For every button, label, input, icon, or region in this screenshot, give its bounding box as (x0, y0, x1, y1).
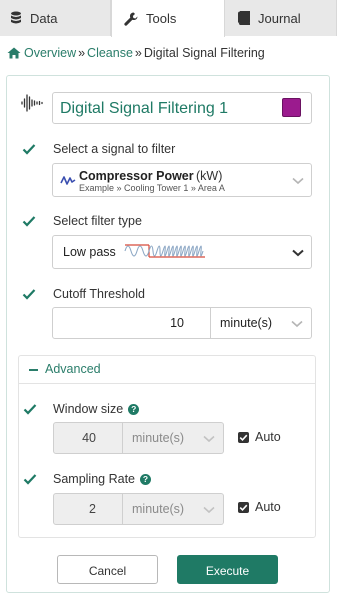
filter-type-value: Low pass (63, 245, 116, 259)
breadcrumb-current: Digital Signal Filtering (143, 46, 265, 60)
tab-tools-label: Tools (146, 11, 177, 26)
help-icon[interactable]: ? (140, 474, 151, 485)
color-picker-swatch[interactable] (282, 98, 301, 117)
sampling-rate-auto-checkbox[interactable] (238, 502, 249, 513)
cancel-button[interactable]: Cancel (57, 555, 158, 584)
cutoff-unit-select[interactable]: minute(s) (211, 307, 312, 339)
signal-path: Example » Cooling Tower 1 » Area A (79, 183, 225, 193)
window-size-label-row: Window size? (53, 402, 140, 416)
chevron-down-icon (203, 435, 215, 443)
book-icon (238, 11, 250, 25)
advanced-title: Advanced (45, 362, 101, 376)
window-size-label: Window size (53, 402, 124, 416)
check-icon (22, 216, 36, 227)
cutoff-unit-value: minute(s) (220, 316, 273, 330)
signal-unit: (kW) (196, 169, 223, 183)
execute-button[interactable]: Execute (177, 555, 278, 584)
sampling-rate-label: Sampling Rate (53, 472, 135, 486)
sampling-rate-unit-value: minute(s) (132, 502, 185, 516)
sampling-rate-auto-label: Auto (255, 500, 281, 514)
minus-icon (29, 369, 38, 371)
sampling-rate-unit-select[interactable]: minute(s) (123, 493, 224, 525)
low-pass-waveform-icon (124, 244, 205, 258)
filter-type-label: Select filter type (53, 214, 142, 228)
breadcrumb-separator: » (134, 46, 142, 60)
tool-panel: Digital Signal Filtering 1 Select a sign… (6, 75, 330, 593)
help-icon[interactable]: ? (128, 404, 140, 415)
advanced-section: Advanced Window size? 40 minute(s) Auto … (18, 355, 316, 538)
advanced-toggle[interactable]: Advanced (19, 356, 315, 384)
window-size-input[interactable]: 40 (53, 422, 123, 454)
check-icon (23, 474, 37, 485)
tab-journal-label: Journal (258, 10, 301, 26)
tab-tools[interactable]: Tools (111, 0, 225, 37)
signal-name: Compressor Power (79, 169, 194, 183)
tool-name-input[interactable]: Digital Signal Filtering 1 (52, 92, 312, 124)
breadcrumb-separator: » (78, 46, 86, 60)
sampling-rate-label-row: Sampling Rate? (53, 472, 151, 486)
window-size-auto-checkbox[interactable] (238, 432, 249, 443)
checkmark-icon (239, 434, 248, 442)
breadcrumb-overview-link[interactable]: Overview (24, 46, 76, 60)
window-size-unit-value: minute(s) (132, 431, 185, 445)
chevron-down-icon (291, 320, 303, 328)
sampling-rate-input[interactable]: 2 (53, 493, 123, 525)
tab-bar: Data Tools Journal (0, 0, 337, 37)
database-icon (11, 11, 21, 24)
cutoff-value-input[interactable]: 10 (52, 307, 211, 339)
check-icon (23, 404, 37, 415)
chevron-down-icon (292, 249, 304, 257)
breadcrumb: Overview » Cleanse » Digital Signal Filt… (7, 46, 265, 60)
checkmark-icon (239, 504, 248, 512)
signal-select[interactable]: Compressor Power (kW) Example » Cooling … (52, 163, 312, 197)
window-size-unit-select[interactable]: minute(s) (123, 422, 224, 454)
tab-data-label: Data (30, 10, 58, 26)
wrench-icon (124, 12, 138, 26)
breadcrumb-cleanse-link[interactable]: Cleanse (87, 46, 133, 60)
chevron-down-icon (292, 177, 304, 185)
window-size-auto-label: Auto (255, 430, 281, 444)
tab-journal[interactable]: Journal (225, 0, 337, 36)
home-icon[interactable] (7, 47, 21, 59)
signal-label: Select a signal to filter (53, 142, 176, 156)
filter-type-select[interactable]: Low pass (52, 235, 312, 269)
signal-filter-icon (21, 94, 43, 112)
cutoff-label: Cutoff Threshold (53, 287, 145, 301)
check-icon (22, 144, 36, 155)
check-icon (22, 289, 36, 300)
signal-icon (60, 176, 76, 185)
tab-data[interactable]: Data (0, 0, 111, 36)
chevron-down-icon (203, 506, 215, 514)
